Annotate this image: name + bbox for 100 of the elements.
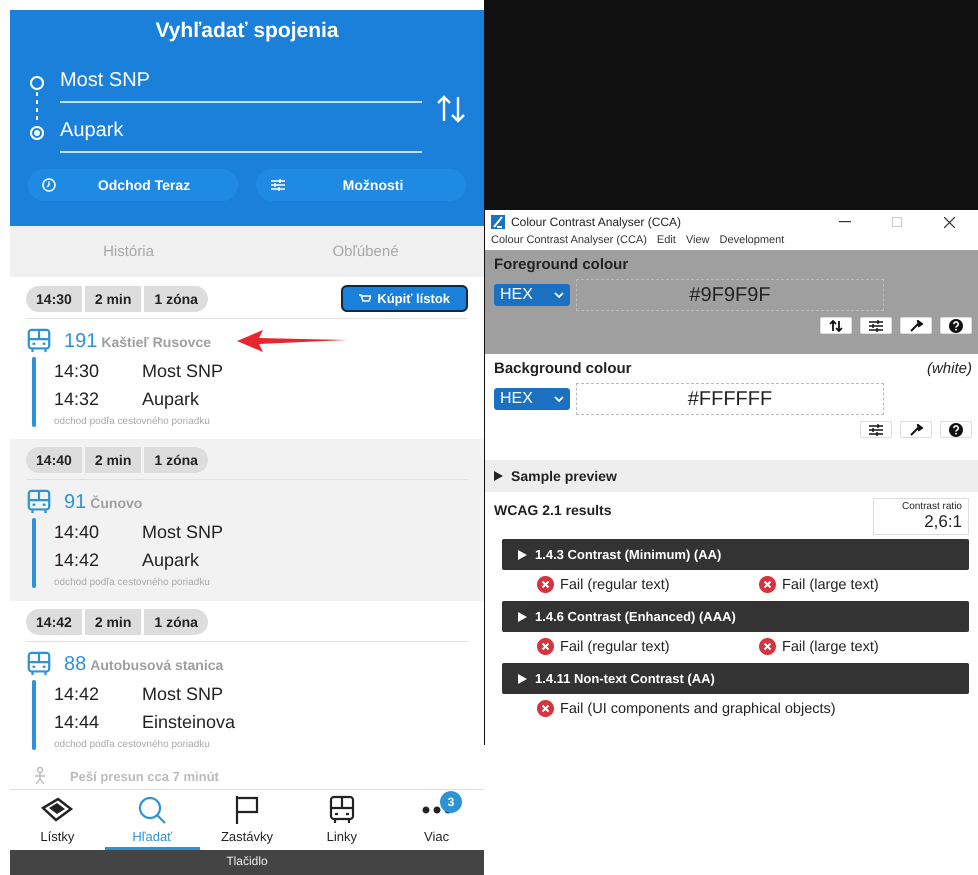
search-icon	[137, 794, 168, 824]
stop-name: Most SNP	[142, 522, 224, 542]
line-number: 88	[64, 652, 86, 676]
line-number: 91	[64, 490, 86, 514]
to-field[interactable]: Aupark	[60, 115, 422, 153]
result-text: Fail (regular text)	[560, 576, 670, 592]
criterion-header[interactable]: 1.4.11 Non-text Contrast (AA)	[502, 663, 969, 694]
tickets-icon	[40, 796, 74, 824]
ratio-label: Contrast ratio	[902, 501, 962, 512]
sample-preview-toggle[interactable]: Sample preview	[485, 460, 978, 492]
zones-chip: 1 zóna	[144, 286, 208, 312]
fail-icon	[759, 638, 776, 655]
destination: Čunovo	[90, 494, 142, 510]
departure-chip: 14:30	[26, 286, 82, 312]
schedule-note: odchod podľa cestovného poriadku	[54, 739, 211, 750]
sliders-icon	[270, 178, 286, 192]
swap-icon	[829, 320, 843, 332]
fail-icon	[537, 638, 554, 655]
stop-name: Aupark	[142, 550, 200, 570]
panel-label: Foreground colour	[494, 256, 628, 273]
departure-chip: 14:42	[26, 609, 82, 635]
flag-icon	[234, 794, 260, 824]
notification-badge: 3	[440, 791, 462, 813]
duration-chip: 2 min	[84, 447, 142, 473]
destination: Autobusová stanica	[90, 656, 224, 672]
result-text: Fail (large text)	[782, 638, 879, 654]
picker-button[interactable]	[900, 317, 932, 334]
expand-triangle-icon	[494, 471, 503, 481]
swap-icon[interactable]	[436, 95, 466, 123]
stop-name: Aupark	[142, 388, 200, 410]
criterion-header[interactable]: 1.4.6 Contrast (Enhanced) (AAA)	[502, 601, 969, 632]
hex-input[interactable]: #9F9F9F	[576, 279, 884, 311]
bus-icon	[26, 328, 52, 354]
duration-chip: 2 min	[84, 286, 142, 312]
fail-icon	[537, 700, 554, 717]
stop-name: Most SNP	[142, 684, 224, 704]
window-title: Colour Contrast Analyser (CCA)	[511, 215, 682, 229]
expand-triangle-icon	[518, 612, 527, 622]
nav-tab[interactable]: Linky	[294, 790, 390, 850]
departure-chip: 14:40	[26, 447, 82, 473]
menu-item[interactable]: Colour Contrast Analyser (CCA)	[491, 234, 647, 246]
result-text: Fail (large text)	[782, 576, 879, 592]
caret-icon	[554, 396, 564, 402]
stop-name: Most SNP	[142, 360, 224, 382]
cart-icon	[359, 294, 372, 304]
stop-time: 14:40	[54, 522, 100, 542]
schedule-note: odchod podľa cestovného poriadku	[54, 416, 211, 427]
result-text: Fail (UI components and graphical objects)	[560, 700, 836, 716]
sliders-button[interactable]	[860, 317, 892, 334]
nav-tab[interactable]: Viac 3	[389, 790, 484, 850]
option-button[interactable]: Odchod Teraz	[28, 169, 238, 201]
menu-item[interactable]: Edit	[656, 234, 676, 246]
help-button[interactable]	[940, 421, 972, 438]
buy-ticket-button[interactable]: Kúpiť lístok	[341, 285, 468, 312]
schedule-note: odchod podľa cestovného poriadku	[54, 577, 211, 588]
zones-chip: 1 zóna	[144, 447, 208, 473]
stop-name: Einsteinova	[142, 712, 236, 732]
ratio-value: 2,6:1	[924, 512, 962, 532]
journey-card[interactable]: 14:40 2 min 1 zóna 91 Čunovo 14:40 Most SNP 14:42 Aupark odchod podľa cestovného poriadku	[10, 439, 484, 601]
sliders-icon	[868, 424, 884, 436]
bus-icon	[26, 489, 52, 515]
sliders-icon	[868, 320, 884, 332]
sliders-button[interactable]	[860, 421, 892, 438]
nav-tab[interactable]: Lístky	[10, 790, 105, 850]
format-dropdown[interactable]: HEX	[494, 284, 570, 306]
bus-icon	[26, 651, 52, 677]
hex-input[interactable]: #FFFFFF	[576, 383, 884, 415]
maximize-icon	[892, 217, 902, 227]
menu-item[interactable]: View	[686, 234, 710, 246]
help-icon	[949, 422, 963, 436]
tooltip-bar: Tlačidlo	[10, 850, 484, 875]
results-title: WCAG 2.1 results	[494, 502, 612, 518]
option-button[interactable]: Možnosti	[256, 169, 466, 201]
expand-triangle-icon	[518, 550, 527, 560]
picker-button[interactable]	[900, 421, 932, 438]
expand-triangle-icon	[518, 674, 527, 684]
minimize-icon	[839, 221, 851, 223]
help-button[interactable]	[940, 317, 972, 334]
duration-chip: 2 min	[84, 609, 142, 635]
line-number: 191	[64, 330, 98, 352]
help-icon	[949, 318, 963, 332]
clock-icon	[42, 178, 56, 192]
format-dropdown[interactable]: HEX	[494, 388, 570, 410]
result-text: Fail (regular text)	[560, 638, 670, 654]
screen-title: Vyhľadať spojenia	[154, 19, 340, 43]
stop-time: 14:30	[54, 360, 100, 382]
caret-icon	[554, 292, 564, 298]
app-logo-icon	[491, 215, 505, 229]
fail-icon	[759, 576, 776, 593]
colour-name: (white)	[926, 360, 972, 377]
route-dots-icon	[28, 75, 46, 143]
bus-icon	[328, 794, 356, 824]
criterion-header[interactable]: 1.4.3 Contrast (Minimum) (AA)	[502, 539, 969, 570]
nav-tab[interactable]: Zastávky	[200, 790, 294, 850]
swap-button[interactable]	[820, 317, 852, 334]
from-field[interactable]: Most SNP	[60, 65, 422, 103]
fail-icon	[537, 576, 554, 593]
menu-item[interactable]: Development	[720, 234, 784, 246]
stop-time: 14:42	[54, 550, 100, 570]
destination: Kaštieľ Rusovce	[101, 334, 212, 350]
